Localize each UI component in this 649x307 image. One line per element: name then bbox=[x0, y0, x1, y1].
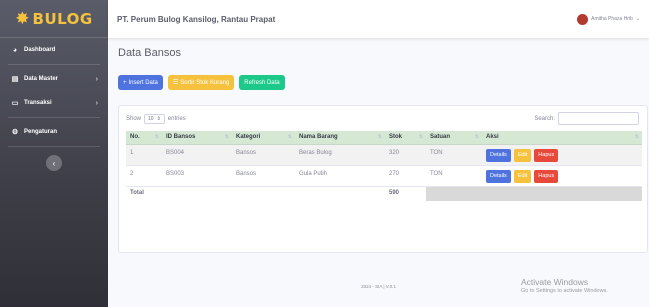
cell-aksi: Details Edit Hapus bbox=[482, 143, 642, 165]
sort-icon: ⇅ bbox=[154, 134, 159, 141]
sidebar-item-label: Pengaturan bbox=[24, 129, 58, 135]
search-input[interactable] bbox=[558, 112, 639, 125]
sidebar-item-transaksi[interactable]: ▭ Transaksi › bbox=[0, 91, 108, 115]
edit-button[interactable]: Edit bbox=[513, 148, 532, 162]
entries-length-control: Show 10 ⇕ entries bbox=[126, 114, 186, 124]
chevron-left-icon: ‹ bbox=[52, 158, 56, 168]
refresh-data-button[interactable]: Refresh Data bbox=[239, 75, 285, 90]
show-label: Show bbox=[126, 116, 142, 122]
brand-name: BULOG bbox=[32, 9, 93, 28]
chevron-right-icon: › bbox=[95, 75, 98, 83]
cell-no: 2 bbox=[126, 164, 162, 186]
cogs-icon: ⚙ bbox=[11, 129, 19, 136]
activate-windows-watermark: Activate Windows Go to Settings to activ… bbox=[521, 277, 608, 294]
table-search: Search: bbox=[534, 112, 639, 125]
cell-no: 1 bbox=[126, 143, 162, 165]
cell-stok: 270 bbox=[385, 164, 426, 186]
entries-select-value: 10 bbox=[148, 116, 154, 122]
table-row: 2 BS003 Bansos Gula Putih 270 TON Detail… bbox=[126, 164, 642, 186]
details-button[interactable]: Details bbox=[486, 148, 511, 162]
entries-select[interactable]: 10 ⇕ bbox=[144, 114, 165, 124]
updown-icon: ⇕ bbox=[156, 116, 161, 122]
column-header-id[interactable]: ID Bansos ⇅ bbox=[162, 131, 232, 145]
bansos-table: No. ⇅ ID Bansos ⇅ Kategori ⇅ Nama Barang ⇅ S… bbox=[126, 131, 642, 201]
brand-logo[interactable]: ✸ BULOG bbox=[0, 0, 108, 38]
cell-stok: 320 bbox=[385, 143, 426, 165]
chevron-right-icon: › bbox=[95, 99, 98, 107]
page-title: Data Bansos bbox=[118, 47, 181, 59]
company-name: PT. Perum Bulog Kansilog, Rantau Prapat bbox=[117, 14, 276, 24]
sidebar-item-dashboard[interactable]: ◕ Dashboard bbox=[0, 38, 108, 62]
sidebar-item-data-master[interactable]: ▤ Data Master › bbox=[0, 67, 108, 91]
cell-aksi: Details Edit Hapus bbox=[482, 164, 642, 186]
sort-icon: ⇅ bbox=[634, 134, 639, 141]
dashboard-icon: ◕ bbox=[12, 46, 18, 54]
sort-icon: ⇅ bbox=[474, 134, 479, 141]
cell-nama: Gula Putih bbox=[295, 164, 385, 186]
sortir-stok-label: Sortir Stok Kurang bbox=[180, 79, 230, 86]
sort-icon: ⇅ bbox=[377, 134, 382, 141]
hapus-button[interactable]: Hapus bbox=[534, 148, 559, 162]
hapus-button[interactable]: Hapus bbox=[534, 169, 559, 183]
cell-kategori: Bansos bbox=[232, 164, 295, 186]
total-value: 590 bbox=[385, 185, 426, 201]
search-label: Search: bbox=[534, 115, 555, 122]
insert-data-label: Insert Data bbox=[128, 79, 158, 86]
cell-satuan: TON bbox=[426, 164, 482, 186]
avatar bbox=[577, 13, 589, 25]
star-logo-icon: ✸ bbox=[15, 9, 30, 28]
user-name: Amitha Phaza Hrib bbox=[591, 16, 633, 22]
entries-label: entries bbox=[167, 116, 186, 122]
sidebar-item-label: Dashboard bbox=[24, 47, 56, 53]
total-empty-cell bbox=[426, 185, 642, 201]
total-label: Total bbox=[126, 185, 385, 201]
monitor-icon: ▭ bbox=[11, 100, 19, 107]
list-icon: ☰ bbox=[172, 80, 179, 86]
sort-icon: ⇅ bbox=[287, 134, 292, 141]
sidebar-divider bbox=[8, 64, 100, 65]
column-header-no[interactable]: No. ⇅ bbox=[126, 131, 162, 145]
column-header-kategori[interactable]: Kategori ⇅ bbox=[232, 131, 295, 145]
data-table-card: Show 10 ⇕ entries Search: No. ⇅ ID Bansos… bbox=[118, 105, 648, 253]
table-header-row: No. ⇅ ID Bansos ⇅ Kategori ⇅ Nama Barang ⇅ S… bbox=[126, 131, 642, 145]
column-header-stok[interactable]: Stok ⇅ bbox=[385, 131, 426, 145]
refresh-data-label: Refresh Data bbox=[244, 79, 280, 86]
cell-satuan: TON bbox=[426, 143, 482, 165]
watermark-title: Activate Windows bbox=[521, 277, 589, 287]
cell-nama: Beras Bulog bbox=[295, 143, 385, 165]
column-header-aksi[interactable]: Aksi ⇅ bbox=[482, 131, 642, 145]
cell-kategori: Bansos bbox=[232, 143, 295, 165]
sidebar-item-pengaturan[interactable]: ⚙ Pengaturan bbox=[0, 120, 108, 144]
table-row: 1 BS004 Bansos Beras Bulog 320 TON Detai… bbox=[126, 143, 642, 165]
cell-id: BS004 bbox=[162, 143, 232, 165]
watermark-subtitle: Go to Settings to activate Windows. bbox=[521, 288, 608, 294]
details-button[interactable]: Details bbox=[486, 169, 511, 183]
sidebar-item-label: Data Master bbox=[24, 76, 59, 82]
chevron-down-icon: ⌄ bbox=[635, 16, 640, 22]
column-header-satuan[interactable]: Satuan ⇅ bbox=[426, 131, 482, 145]
sidebar-divider bbox=[8, 117, 100, 118]
main-content: Data Bansos + Insert Data ☰ Sortir Stok … bbox=[108, 38, 649, 307]
column-header-nama[interactable]: Nama Barang ⇅ bbox=[295, 131, 385, 145]
edit-button[interactable]: Edit bbox=[513, 169, 532, 183]
sidebar: ✸ BULOG ◕ Dashboard ▤ Data Master › ▭ Tr… bbox=[0, 0, 108, 307]
sidebar-toggle-button[interactable]: ‹ bbox=[46, 155, 62, 171]
topbar: PT. Perum Bulog Kansilog, Rantau Prapat … bbox=[108, 0, 649, 38]
sort-icon: ⇅ bbox=[224, 134, 229, 141]
action-toolbar: + Insert Data ☰ Sortir Stok Kurang Refre… bbox=[118, 75, 285, 90]
sort-icon: ⇅ bbox=[418, 134, 423, 141]
insert-data-button[interactable]: + Insert Data bbox=[118, 75, 163, 90]
sidebar-divider bbox=[8, 146, 100, 147]
sortir-stok-button[interactable]: ☰ Sortir Stok Kurang bbox=[167, 75, 235, 90]
sidebar-item-label: Transaksi bbox=[24, 100, 52, 106]
database-icon: ▤ bbox=[11, 76, 19, 83]
cell-id: BS003 bbox=[162, 164, 232, 186]
user-menu[interactable]: Amitha Phaza Hrib ⌄ bbox=[577, 13, 640, 25]
plus-icon: + bbox=[123, 79, 127, 86]
table-total-row: Total 590 bbox=[126, 185, 642, 201]
